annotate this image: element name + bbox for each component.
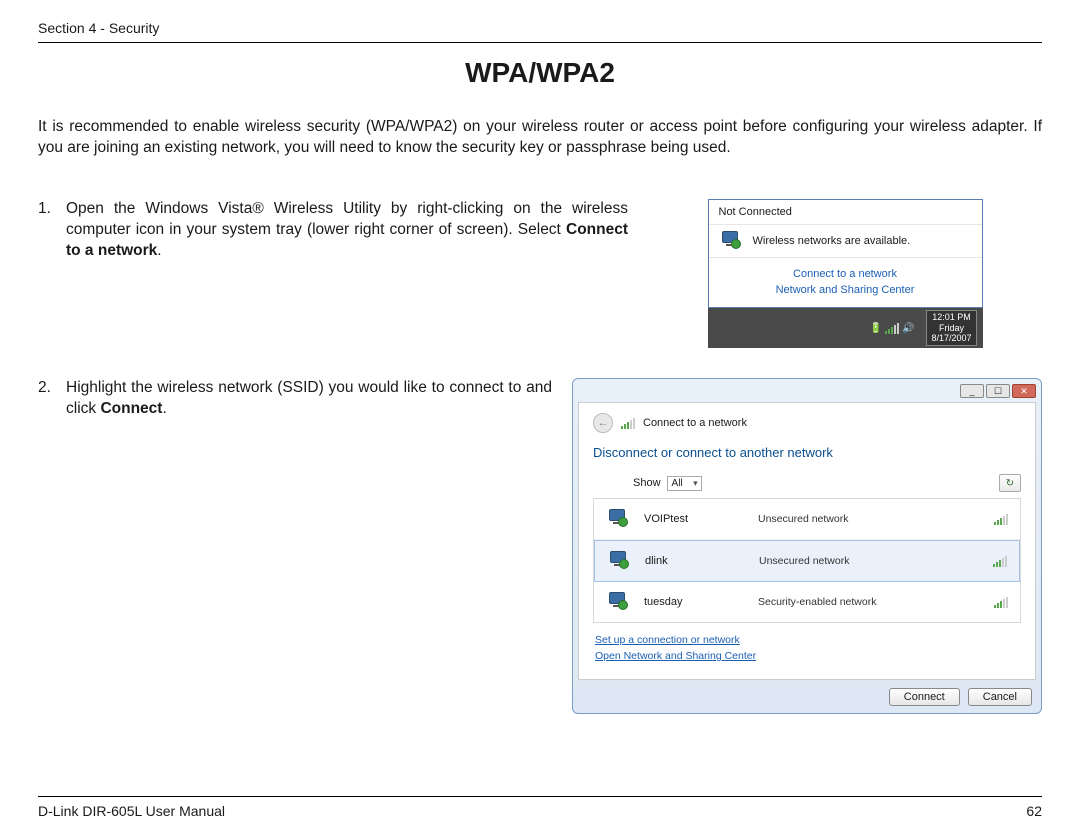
popup-status: Not Connected — [709, 200, 982, 225]
maximize-button[interactable]: ☐ — [986, 384, 1010, 398]
connect-button[interactable]: Connect — [889, 688, 960, 706]
systray-popup-screenshot: Not Connected Wireless networks are avai… — [708, 199, 983, 348]
taskbar-clock: 12:01 PM Friday 8/17/2007 — [926, 310, 976, 346]
network-icon — [621, 418, 635, 429]
page-title: WPA/WPA2 — [38, 57, 1042, 89]
step-1: 1. Open the Windows Vista® Wireless Util… — [38, 199, 628, 262]
sharing-center-link[interactable]: Network and Sharing Center — [709, 282, 982, 299]
step-2: 2. Highlight the wireless network (SSID)… — [38, 378, 552, 420]
page-footer: D-Link DIR-605L User Manual 62 — [38, 796, 1042, 819]
network-item[interactable]: tuesday Security-enabled network — [594, 582, 1020, 622]
network-icon — [606, 509, 630, 529]
page-number: 62 — [1026, 803, 1042, 819]
footer-left: D-Link DIR-605L User Manual — [38, 803, 225, 819]
refresh-button[interactable]: ↻ — [999, 474, 1021, 492]
connect-window-screenshot: _ ☐ ✕ ← Connect to a network Disconnect … — [572, 378, 1042, 714]
signal-icon — [994, 597, 1008, 608]
show-dropdown[interactable]: All — [667, 476, 702, 491]
connect-network-link[interactable]: Connect to a network — [709, 266, 982, 283]
step-1-number: 1. — [38, 199, 66, 262]
volume-icon: 🔊 — [902, 323, 914, 334]
close-button[interactable]: ✕ — [1012, 384, 1036, 398]
step-1-text: Open the Windows Vista® Wireless Utility… — [66, 199, 628, 262]
step-1-row: 1. Open the Windows Vista® Wireless Util… — [38, 199, 1042, 348]
tray-icons: 🔋 🔊 — [870, 323, 915, 334]
back-button[interactable]: ← — [593, 413, 613, 433]
setup-connection-link[interactable]: Set up a connection or network — [595, 633, 1019, 649]
wifi-tray-icon[interactable] — [885, 323, 899, 334]
battery-icon: 🔋 — [870, 323, 882, 334]
window-breadcrumb: Connect to a network — [643, 417, 747, 429]
network-icon — [606, 592, 630, 612]
network-item[interactable]: dlink Unsecured network — [594, 540, 1020, 582]
signal-icon — [994, 514, 1008, 525]
network-icon — [719, 231, 743, 251]
cancel-button[interactable]: Cancel — [968, 688, 1032, 706]
section-header: Section 4 - Security — [38, 20, 1042, 43]
window-heading: Disconnect or connect to another network — [593, 445, 1021, 460]
network-list: VOIPtest Unsecured network dlink Unsecur… — [593, 498, 1021, 623]
taskbar: 🔋 🔊 12:01 PM Friday 8/17/2007 — [708, 308, 983, 348]
intro-paragraph: It is recommended to enable wireless sec… — [38, 117, 1042, 159]
signal-icon — [993, 556, 1007, 567]
open-sharing-center-link[interactable]: Open Network and Sharing Center — [595, 649, 1019, 665]
network-item[interactable]: VOIPtest Unsecured network — [594, 499, 1020, 540]
network-icon — [607, 551, 631, 571]
show-label: Show — [633, 477, 661, 489]
step-2-text: Highlight the wireless network (SSID) yo… — [66, 378, 552, 420]
step-2-row: 2. Highlight the wireless network (SSID)… — [38, 378, 1042, 714]
popup-message: Wireless networks are available. — [753, 235, 911, 247]
step-2-number: 2. — [38, 378, 66, 420]
minimize-button[interactable]: _ — [960, 384, 984, 398]
